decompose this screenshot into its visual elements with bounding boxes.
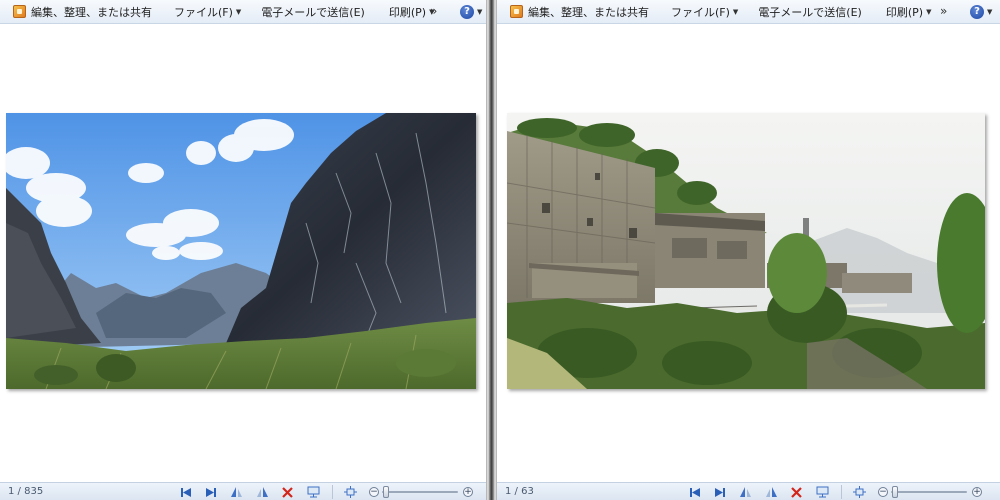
previous-icon <box>181 487 191 497</box>
status-bar: 1 / 63 − + <box>497 482 1000 500</box>
photo-gallery-icon <box>13 5 26 18</box>
photo-display[interactable] <box>507 113 985 389</box>
rotate-right-icon <box>256 487 268 497</box>
chevron-down-icon: ▼ <box>987 8 993 16</box>
next-icon <box>715 487 725 497</box>
organize-menu[interactable]: 編集、整理、または共有 <box>505 1 654 23</box>
zoom-out-button[interactable]: − <box>369 487 379 497</box>
organize-menu[interactable]: 編集、整理、または共有 <box>8 1 157 23</box>
industrial-building-image <box>507 113 985 389</box>
image-counter: 1 / 63 <box>505 486 534 497</box>
previous-button[interactable] <box>179 486 193 498</box>
image-counter: 1 / 835 <box>8 486 44 497</box>
previous-icon <box>690 487 700 497</box>
rotate-right-icon <box>765 487 777 497</box>
email-menu-label: 電子メールで送信(E) <box>758 5 862 19</box>
print-menu[interactable]: 印刷(P) ▼ <box>881 1 937 23</box>
toolbar-separator <box>841 485 842 499</box>
email-menu[interactable]: 電子メールで送信(E) <box>753 1 867 23</box>
rotate-right-button[interactable] <box>764 486 778 498</box>
organize-menu-label: 編集、整理、または共有 <box>528 5 649 19</box>
slideshow-button[interactable] <box>815 486 829 498</box>
photo-viewer-right: 編集、整理、または共有 ファイル(F) ▼ 電子メールで送信(E) 印刷(P) … <box>497 0 1000 500</box>
rotate-left-icon <box>230 487 242 497</box>
zoom-out-icon: − <box>879 487 887 497</box>
photo-display[interactable] <box>6 113 476 389</box>
file-menu-label: ファイル(F) <box>671 5 730 19</box>
zoom-in-button[interactable]: + <box>463 487 473 497</box>
window-divider <box>486 0 497 500</box>
photo-viewer-left: 編集、整理、または共有 ファイル(F) ▼ 電子メールで送信(E) 印刷(P) … <box>0 0 486 500</box>
more-commands-button[interactable]: » <box>940 4 947 18</box>
zoom-out-button[interactable]: − <box>878 487 888 497</box>
rotate-left-button[interactable] <box>229 486 243 498</box>
command-bar: 編集、整理、または共有 ファイル(F) ▼ 電子メールで送信(E) 印刷(P) … <box>0 0 486 24</box>
zoom-slider-thumb[interactable] <box>383 486 389 498</box>
help-button[interactable]: ? ▼ <box>460 5 482 19</box>
file-menu[interactable]: ファイル(F) ▼ <box>169 1 246 23</box>
organize-menu-label: 編集、整理、または共有 <box>31 5 152 19</box>
chevron-down-icon: ▼ <box>477 8 483 16</box>
zoom-out-icon: − <box>370 487 378 497</box>
previous-button[interactable] <box>688 486 702 498</box>
chevron-down-icon: ▼ <box>732 7 739 16</box>
file-menu[interactable]: ファイル(F) ▼ <box>666 1 743 23</box>
file-menu-label: ファイル(F) <box>174 5 233 19</box>
actual-size-button[interactable] <box>852 486 866 498</box>
actual-size-icon <box>852 486 866 498</box>
next-icon <box>206 487 216 497</box>
more-commands-button[interactable]: » <box>430 4 437 18</box>
photo-gallery-icon <box>510 5 523 18</box>
slideshow-button[interactable] <box>306 486 320 498</box>
slideshow-icon <box>816 486 828 498</box>
slideshow-icon <box>307 486 319 498</box>
zoom-in-button[interactable]: + <box>972 487 982 497</box>
help-icon: ? <box>460 5 474 19</box>
zoom-in-icon: + <box>464 487 472 497</box>
next-button[interactable] <box>204 486 218 498</box>
mountain-valley-image <box>6 113 476 389</box>
help-button[interactable]: ? ▼ <box>970 5 992 19</box>
command-bar: 編集、整理、または共有 ファイル(F) ▼ 電子メールで送信(E) 印刷(P) … <box>497 0 1000 24</box>
zoom-slider-track[interactable] <box>891 491 967 493</box>
delete-button[interactable] <box>280 486 294 498</box>
toolbar-separator <box>332 485 333 499</box>
email-menu-label: 電子メールで送信(E) <box>261 5 365 19</box>
delete-button[interactable] <box>789 486 803 498</box>
zoom-in-icon: + <box>973 487 981 497</box>
actual-size-button[interactable] <box>343 486 357 498</box>
zoom-slider-track[interactable] <box>382 491 458 493</box>
delete-icon <box>790 486 802 498</box>
email-menu[interactable]: 電子メールで送信(E) <box>256 1 370 23</box>
print-menu-label: 印刷(P) <box>388 5 427 19</box>
next-button[interactable] <box>713 486 727 498</box>
rotate-left-button[interactable] <box>738 486 752 498</box>
zoom-slider-thumb[interactable] <box>892 486 898 498</box>
chevron-down-icon: ▼ <box>926 7 932 16</box>
rotate-left-icon <box>739 487 751 497</box>
help-icon: ? <box>970 5 984 19</box>
delete-icon <box>281 486 293 498</box>
chevron-down-icon: ▼ <box>235 7 242 16</box>
print-menu-label: 印刷(P) <box>885 5 924 19</box>
rotate-right-button[interactable] <box>255 486 269 498</box>
actual-size-icon <box>343 486 357 498</box>
status-bar: 1 / 835 − + <box>0 482 486 500</box>
